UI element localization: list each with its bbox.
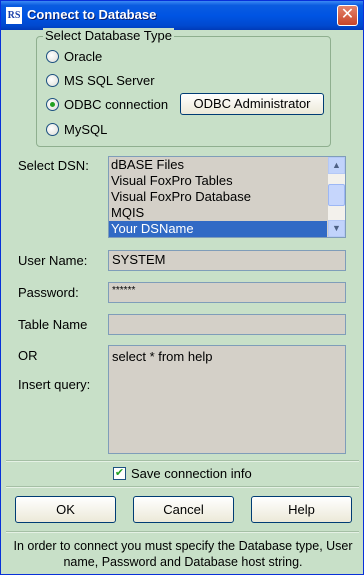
database-type-legend: Select Database Type [43, 28, 174, 43]
separator [6, 486, 359, 488]
dsn-listbox[interactable]: dBASE Files Visual FoxPro Tables Visual … [108, 156, 346, 238]
query-value: select * from help [112, 349, 213, 364]
radio-odbc-connection[interactable]: ODBC connection [46, 96, 168, 112]
scrollbar-thumb[interactable] [328, 184, 345, 206]
list-item[interactable]: Visual FoxPro Tables [109, 173, 327, 189]
dsn-scrollbar[interactable]: ▲ ▼ [328, 157, 345, 237]
close-button[interactable]: ✕ [337, 5, 358, 26]
save-connection-checkbox[interactable]: ✔ [113, 467, 126, 480]
radio-ms-sql-server[interactable]: MS SQL Server [46, 72, 155, 88]
radio-mysql-label: MySQL [64, 121, 108, 137]
connection-hint: In order to connect you must specify the… [13, 539, 353, 569]
separator [6, 460, 359, 462]
user-name-value: SYSTEM [112, 252, 166, 267]
title-bar[interactable]: RS Connect to Database ✕ [1, 1, 363, 30]
list-item[interactable]: dBASE Files [109, 157, 327, 173]
close-icon: ✕ [340, 6, 355, 23]
scroll-down-button[interactable]: ▼ [328, 220, 345, 237]
list-item[interactable]: MQIS [109, 205, 327, 221]
radio-oracle[interactable]: Oracle [46, 48, 102, 64]
radio-button-icon [46, 73, 59, 87]
arrow-down-icon: ▼ [332, 223, 341, 233]
connect-dialog: RS Connect to Database ✕ Select Database… [0, 0, 364, 575]
radio-button-selected-icon [46, 97, 59, 111]
user-name-label: User Name: [18, 253, 88, 268]
insert-query-label: Insert query: [18, 377, 91, 392]
table-name-label: Table Name [18, 317, 88, 332]
radio-button-icon [46, 122, 59, 136]
odbc-administrator-button[interactable]: ODBC Administrator [180, 93, 324, 115]
password-value: ****** [112, 285, 136, 296]
radio-oracle-label: Oracle [64, 48, 103, 64]
arrow-up-icon: ▲ [332, 160, 341, 170]
save-connection-label: Save connection info [131, 466, 252, 481]
radio-button-icon [46, 49, 59, 63]
radio-ms-sql-server-label: MS SQL Server [64, 72, 155, 88]
scroll-up-button[interactable]: ▲ [328, 157, 345, 174]
radio-odbc-connection-label: ODBC connection [64, 96, 169, 112]
radio-mysql[interactable]: MySQL [46, 121, 107, 137]
password-field[interactable]: ****** [108, 282, 346, 303]
list-item[interactable]: Visual FoxPro Database [109, 189, 327, 205]
window-title: Connect to Database [27, 7, 157, 22]
list-item-selected[interactable]: Your DSName [109, 221, 327, 237]
separator [6, 531, 359, 533]
password-label: Password: [18, 285, 79, 300]
query-textarea[interactable]: select * from help [108, 345, 346, 454]
or-label: OR [18, 348, 38, 363]
ok-button[interactable]: OK [15, 496, 116, 523]
app-icon: RS [6, 7, 22, 24]
help-button[interactable]: Help [251, 496, 352, 523]
checkmark-icon: ✔ [114, 467, 125, 479]
table-name-field[interactable] [108, 314, 346, 335]
user-name-field[interactable]: SYSTEM [108, 250, 346, 271]
dsn-label: Select DSN: [18, 158, 89, 173]
cancel-button[interactable]: Cancel [133, 496, 234, 523]
